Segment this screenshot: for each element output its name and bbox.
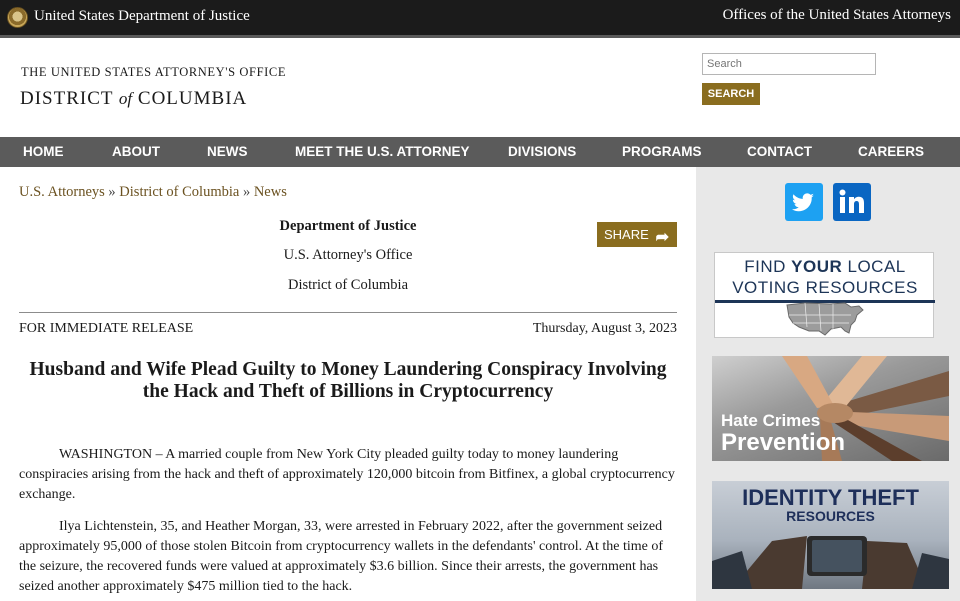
- nav-contact[interactable]: CONTACT: [747, 137, 812, 167]
- district-title[interactable]: DISTRICT of COLUMBIA: [20, 88, 247, 110]
- voting-banner-text: LOCAL: [842, 257, 906, 276]
- nav-home[interactable]: HOME: [23, 137, 64, 167]
- hate-banner-line2: Prevention: [721, 429, 846, 456]
- top-bar: United States Department of Justice Offi…: [0, 0, 960, 35]
- voting-banner-text: YOUR: [791, 257, 843, 276]
- identity-theft-banner[interactable]: IDENTITY THEFT RESOURCES: [712, 481, 949, 589]
- linkedin-icon[interactable]: [833, 183, 871, 221]
- office-name-line[interactable]: THE UNITED STATES ATTORNEY'S OFFICE: [21, 65, 286, 80]
- hate-crimes-prevention-banner[interactable]: Hate Crimes Prevention: [712, 356, 949, 461]
- district-word: DISTRICT: [20, 88, 114, 109]
- dept-of-justice-line: Department of Justice: [279, 218, 417, 234]
- district-of-word: of: [118, 89, 133, 108]
- search-button[interactable]: SEARCH: [702, 83, 760, 105]
- usao-line: U.S. Attorney's Office: [283, 247, 413, 263]
- nav-news[interactable]: NEWS: [207, 137, 248, 167]
- breadcrumb: U.S. Attorneys » District of Columbia » …: [19, 184, 287, 201]
- nav-about[interactable]: ABOUT: [112, 137, 160, 167]
- share-arrow-icon: ➦: [655, 229, 669, 246]
- doj-seal-icon[interactable]: [7, 7, 28, 28]
- breadcrumb-district[interactable]: District of Columbia: [119, 184, 239, 200]
- voting-resources-banner[interactable]: FIND YOUR LOCAL VOTING RESOURCES: [714, 252, 935, 338]
- district-line: District of Columbia: [287, 277, 408, 293]
- us-map-icon: [786, 302, 864, 336]
- voting-banner-text: FIND: [744, 257, 792, 276]
- nav-meet-us-attorney[interactable]: MEET THE U.S. ATTORNEY: [295, 137, 470, 167]
- usao-offices-link[interactable]: Offices of the United States Attorneys: [723, 7, 951, 24]
- share-label: SHARE: [604, 227, 649, 242]
- release-date: Thursday, August 3, 2023: [532, 321, 677, 336]
- divider: [19, 312, 677, 313]
- article-headline: Husband and Wife Plead Guilty to Money L…: [29, 359, 667, 402]
- article-paragraph: Ilya Lichtenstein, 35, and Heather Morga…: [19, 519, 664, 594]
- breadcrumb-separator: »: [242, 184, 251, 200]
- article-paragraph: WASHINGTON – A married couple from New Y…: [19, 447, 675, 502]
- voting-banner-line1: FIND YOUR LOCAL: [715, 257, 935, 277]
- release-label: FOR IMMEDIATE RELEASE: [19, 321, 194, 336]
- breadcrumb-us-attorneys[interactable]: U.S. Attorneys: [19, 184, 105, 200]
- search-input[interactable]: [702, 53, 876, 75]
- main-nav: HOME ABOUT NEWS MEET THE U.S. ATTORNEY D…: [0, 137, 960, 167]
- top-bar-divider: [0, 35, 960, 38]
- twitter-icon[interactable]: [785, 183, 823, 221]
- share-button[interactable]: SHARE ➦: [597, 222, 677, 247]
- hate-banner-line1: Hate Crimes: [721, 411, 821, 430]
- voting-banner-line2: VOTING RESOURCES: [732, 278, 918, 297]
- identity-banner-line2: RESOURCES: [786, 508, 875, 524]
- columbia-word: COLUMBIA: [137, 88, 248, 109]
- nav-programs[interactable]: PROGRAMS: [622, 137, 702, 167]
- breadcrumb-news[interactable]: News: [254, 184, 287, 200]
- doj-home-link[interactable]: United States Department of Justice: [34, 8, 250, 25]
- breadcrumb-separator: »: [108, 184, 116, 200]
- nav-divisions[interactable]: DIVISIONS: [508, 137, 576, 167]
- nav-careers[interactable]: CAREERS: [858, 137, 924, 167]
